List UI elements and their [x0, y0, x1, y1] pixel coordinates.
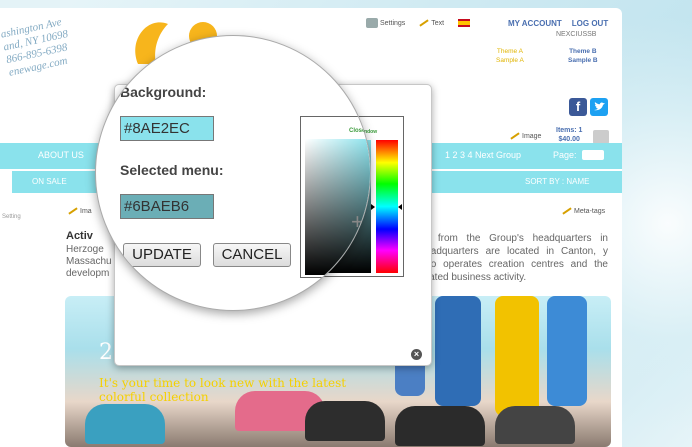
banner-figure	[435, 296, 481, 406]
banner-shoe	[305, 401, 385, 441]
banner-shoe	[495, 406, 575, 444]
crosshair-icon: +	[351, 209, 364, 234]
article-text-right: ed from the Group's headquarters in Head…	[418, 233, 608, 283]
hue-arrow-left-icon	[371, 204, 375, 210]
banner-shoe	[85, 404, 165, 444]
magnifier-lens: Background: Selected menu: UPDATE CANCEL…	[95, 35, 371, 311]
log-out-link[interactable]: LOG OUT	[572, 19, 608, 28]
settings-link[interactable]: Settings	[366, 18, 411, 28]
page-label: Page:	[553, 150, 577, 160]
username: NEXCIUSSB	[556, 31, 597, 38]
meta-tags-link[interactable]: Meta-tags	[562, 207, 606, 215]
banner-text: It's your time to look new with the late…	[99, 376, 347, 404]
theme-a-title: Theme A	[496, 48, 523, 55]
update-button[interactable]: UPDATE	[123, 243, 201, 267]
cancel-button[interactable]: CANCEL	[213, 243, 291, 267]
banner-number: 2	[99, 340, 113, 365]
pencil-icon	[419, 19, 429, 27]
theme-a-link[interactable]: Theme A Sample A	[496, 47, 524, 65]
account-links: MY ACCOUNT LOG OUT	[508, 19, 618, 28]
address-stamp: ashington Ave and, NY 10698 866-895-6398…	[0, 8, 108, 80]
background-splash-right	[612, 0, 692, 447]
theme-a-sample: Sample A	[496, 57, 524, 64]
twitter-icon[interactable]	[590, 98, 608, 116]
pencil-icon	[68, 207, 78, 215]
selected-menu-label: Selected menu:	[120, 162, 224, 178]
theme-b-title: Theme B	[569, 48, 597, 55]
pagination: 1 2 3 4 Next Group	[445, 150, 521, 160]
image-link[interactable]: Image	[510, 132, 542, 140]
image-link-2[interactable]: Ima	[68, 207, 92, 215]
picker-close-window[interactable]: Close Window	[349, 128, 370, 134]
cart-summary: Items: 1 $40.00	[556, 126, 582, 144]
theme-b-link[interactable]: Theme B Sample B	[568, 47, 598, 65]
selected-menu-color-input[interactable]	[120, 194, 214, 219]
image-label-2: Ima	[80, 208, 92, 215]
facebook-icon[interactable]: f	[569, 98, 587, 116]
settings-label: Settings	[380, 19, 406, 27]
banner-figure	[495, 296, 539, 416]
cart-items-count: Items: 1	[556, 127, 583, 134]
page-input[interactable]	[582, 150, 604, 160]
magnified-dialog: Background: Selected menu: UPDATE CANCEL…	[96, 36, 370, 310]
theme-b-sample: Sample B	[568, 57, 598, 64]
banner-shoe	[395, 406, 485, 446]
sort-by-link[interactable]: SORT BY : NAME	[525, 177, 589, 186]
pencil-icon	[562, 207, 572, 215]
hue-slider[interactable]	[376, 140, 398, 273]
article-title: Activ	[66, 230, 93, 242]
search-icon	[366, 18, 378, 28]
magnified-color-picker[interactable]: Close Window +	[300, 116, 370, 278]
my-account-link[interactable]: MY ACCOUNT	[508, 19, 562, 28]
sidebar-label: Setting	[2, 214, 21, 220]
hue-arrow-right-icon	[398, 204, 402, 210]
close-icon[interactable]: ×	[411, 349, 422, 360]
on-sale-link[interactable]: ON SALE	[32, 177, 67, 186]
cart-icon[interactable]	[593, 130, 609, 144]
text-label: Text	[431, 19, 445, 27]
language-flag[interactable]	[458, 19, 471, 27]
saturation-area[interactable]	[305, 139, 370, 275]
nav-about-us[interactable]: ABOUT US	[38, 150, 84, 160]
spain-flag-icon	[458, 19, 471, 27]
banner-figure	[547, 296, 587, 406]
top-tools: Settings Text	[366, 18, 476, 28]
meta-tags-label: Meta-tags	[574, 208, 606, 215]
pencil-icon	[510, 132, 520, 140]
next-group-link[interactable]: Next Group	[475, 150, 521, 160]
background-label: Background:	[120, 84, 207, 100]
text-link[interactable]: Text	[419, 19, 450, 27]
page-numbers[interactable]: 1 2 3 4	[445, 150, 473, 160]
image-label: Image	[522, 133, 542, 140]
background-color-input[interactable]	[120, 116, 214, 141]
